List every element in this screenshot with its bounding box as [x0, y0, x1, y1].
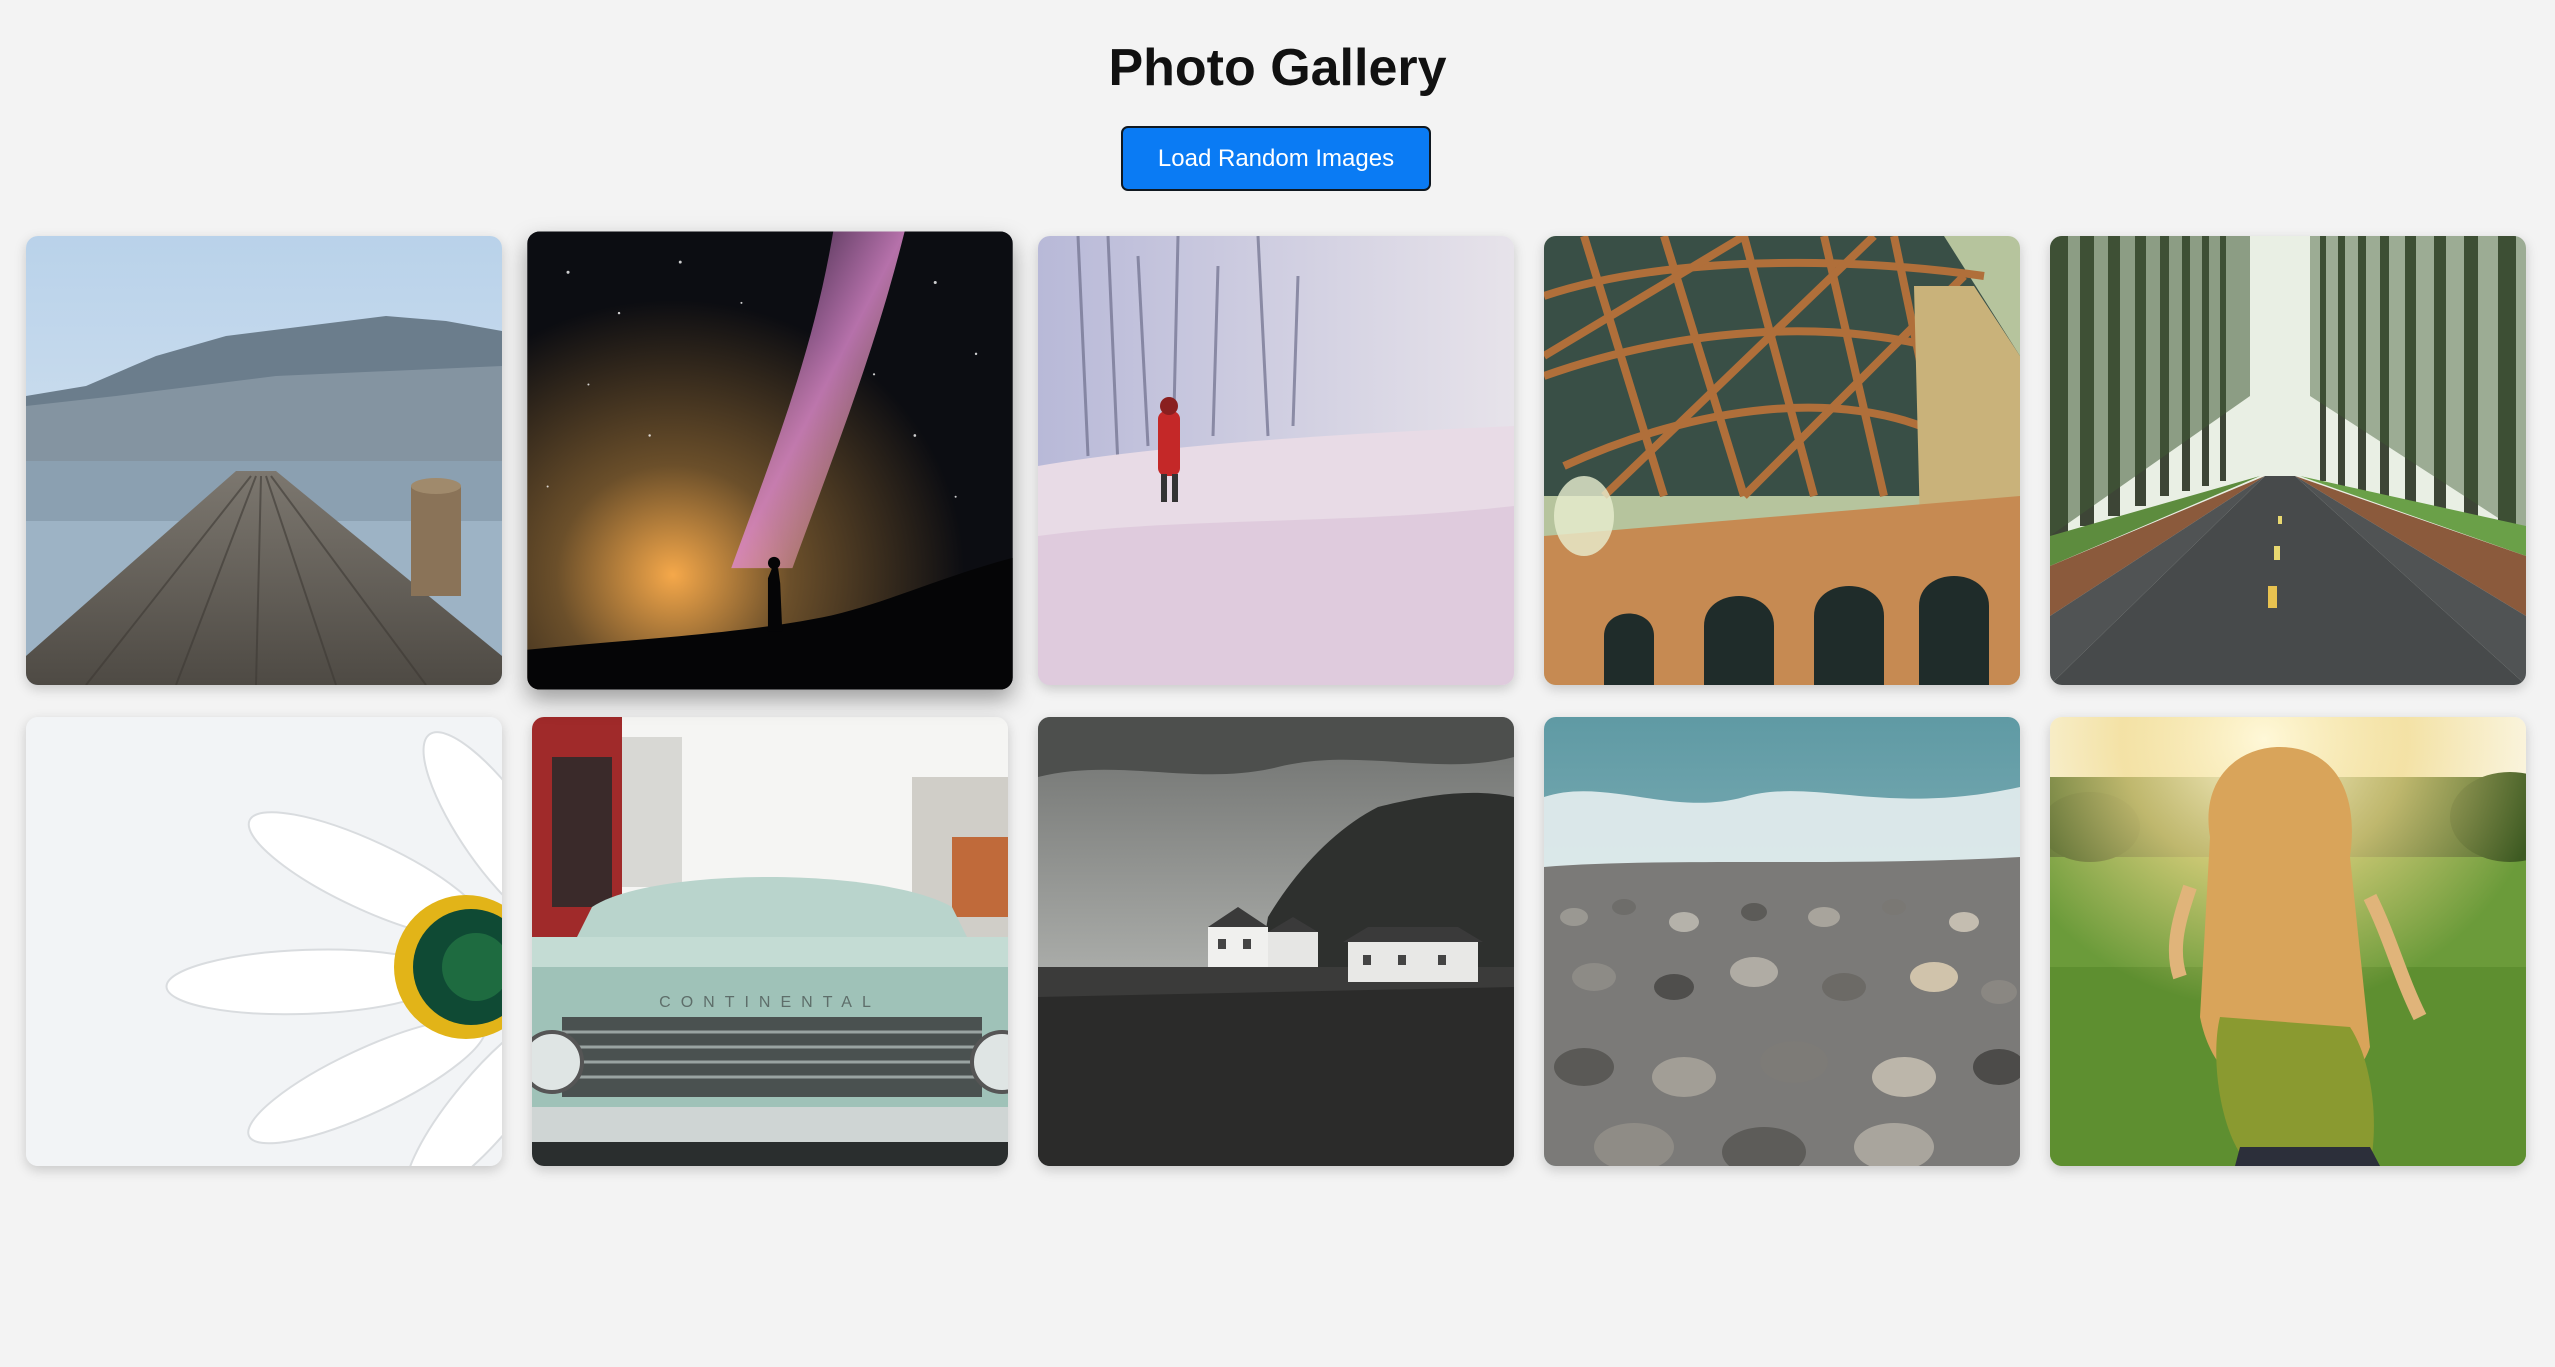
gallery-image-pebble-beach[interactable]: [1544, 717, 2020, 1166]
page-title: Photo Gallery: [1108, 39, 1447, 97]
gallery-image-milky-way[interactable]: [527, 231, 1013, 690]
gallery-image-pier-lake[interactable]: [26, 236, 502, 685]
gallery-image-vintage-car[interactable]: CONTINENTAL: [532, 717, 1008, 1166]
photo-grid: CONTINENTAL: [26, 231, 2528, 1166]
gallery-image-bridge[interactable]: [1544, 236, 2020, 685]
gallery-image-forest-road[interactable]: [2050, 236, 2526, 685]
gallery-image-daisy[interactable]: [26, 717, 502, 1166]
load-random-images-button[interactable]: Load Random Images: [1121, 126, 1431, 191]
gallery-image-sunlit-meadow[interactable]: [2050, 717, 2526, 1166]
gallery-image-snow-field[interactable]: [1038, 236, 1514, 685]
gallery-image-cliff-cottages[interactable]: [1038, 717, 1514, 1166]
car-emblem-text: CONTINENTAL: [659, 994, 881, 1011]
page: Photo Gallery Load Random Images CONTINE…: [0, 0, 2555, 1367]
